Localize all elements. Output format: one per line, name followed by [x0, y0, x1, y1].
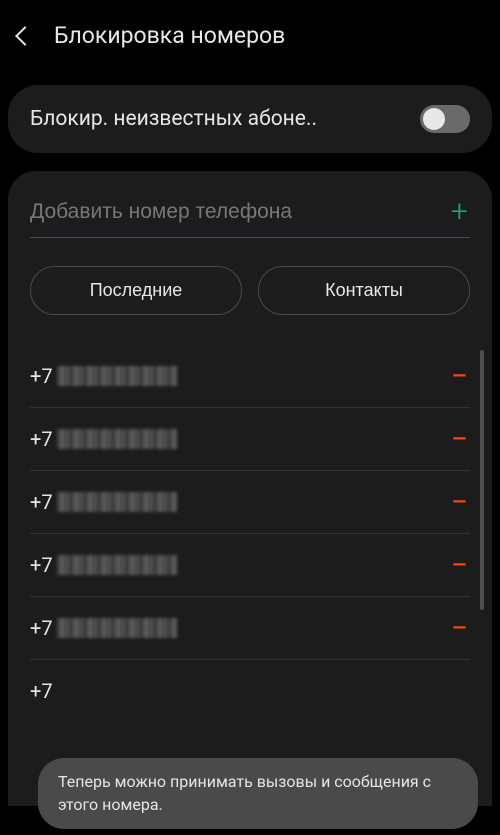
number-prefix: +7 [30, 616, 53, 640]
toast: Теперь можно принимать вызовы и сообщени… [38, 758, 478, 829]
list-item: +7 [30, 660, 470, 703]
remove-icon[interactable]: − [449, 369, 470, 384]
main-card: + Последние Контакты +7 − +7 − +7 [8, 171, 492, 806]
recent-tab[interactable]: Последние [30, 266, 242, 315]
remove-icon[interactable]: − [449, 558, 470, 573]
tab-row: Последние Контакты [30, 266, 470, 315]
block-unknown-toggle[interactable] [420, 105, 470, 133]
redacted-number [57, 555, 177, 575]
number-prefix: +7 [30, 427, 53, 451]
remove-icon[interactable]: − [449, 621, 470, 636]
remove-icon[interactable]: − [449, 432, 470, 447]
number-prefix: +7 [30, 679, 53, 703]
blocked-number-list: +7 − +7 − +7 − +7 − [30, 345, 470, 703]
remove-icon[interactable]: − [449, 495, 470, 510]
header: Блокировка номеров [0, 0, 500, 71]
phone-number: +7 [30, 427, 177, 451]
scrollbar[interactable] [480, 350, 484, 610]
phone-number: +7 [30, 364, 177, 388]
add-icon[interactable]: + [449, 197, 470, 227]
number-prefix: +7 [30, 553, 53, 577]
redacted-number [57, 429, 177, 449]
toggle-knob [423, 108, 445, 130]
phone-number: +7 [30, 616, 177, 640]
phone-number: +7 [30, 553, 177, 577]
page-title: Блокировка номеров [54, 22, 285, 49]
add-number-input[interactable] [30, 200, 449, 224]
number-prefix: +7 [30, 490, 53, 514]
list-item: +7 − [30, 345, 470, 408]
list-item: +7 − [30, 408, 470, 471]
contacts-tab[interactable]: Контакты [258, 266, 470, 315]
list-item: +7 − [30, 597, 470, 660]
toast-message: Теперь можно принимать вызовы и сообщени… [58, 772, 431, 813]
phone-number: +7 [30, 490, 177, 514]
list-item: +7 − [30, 471, 470, 534]
block-unknown-toggle-card: Блокир. неизвестных абоне.. [8, 85, 492, 153]
back-icon[interactable] [15, 26, 35, 46]
list-item: +7 − [30, 534, 470, 597]
redacted-number [57, 366, 177, 386]
redacted-number [57, 618, 177, 638]
add-number-row: + [30, 197, 470, 238]
redacted-number [57, 492, 177, 512]
phone-number: +7 [30, 679, 53, 703]
number-prefix: +7 [30, 364, 53, 388]
block-unknown-label: Блокир. неизвестных абоне.. [30, 107, 408, 131]
